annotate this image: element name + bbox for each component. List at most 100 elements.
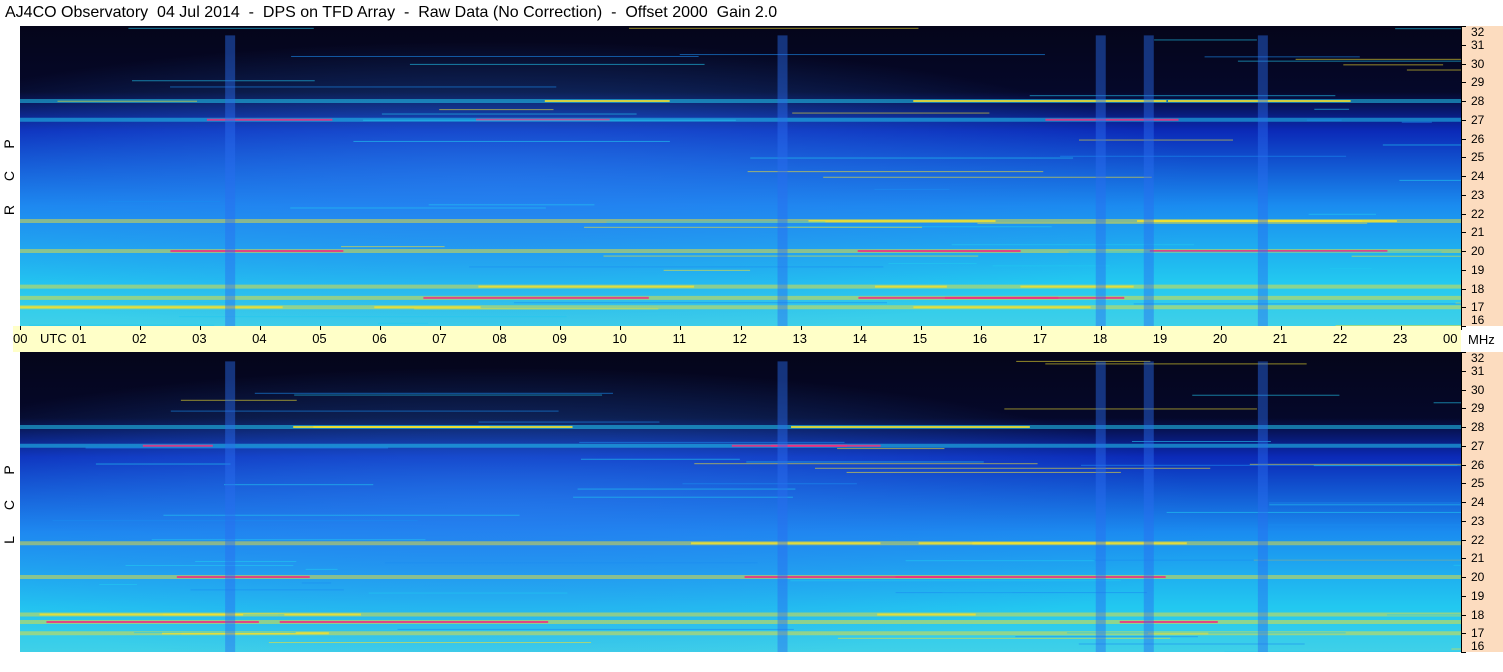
carrier-line [223,484,374,486]
time-tick [440,326,442,330]
carrier-line [1382,144,1461,146]
time-tick [1040,326,1042,330]
frequency-tick-label: 17 [1471,300,1485,315]
frequency-tick-label: 30 [1471,56,1485,71]
frequency-tick [1461,652,1466,653]
carrier-line [1268,502,1461,504]
vertical-burst [225,35,236,326]
carrier-line [573,496,793,498]
band-streak [279,621,549,623]
frequency-band [20,295,1461,300]
vertical-burst [777,361,788,652]
time-tick-label: 07 [432,331,447,346]
frequency-tick-label: 28 [1471,94,1485,108]
vertical-burst [1095,35,1106,326]
carrier-line [397,628,794,630]
band-streak [20,306,283,309]
lcp-frequency-axis: 16 17 18 19 20 21 22 23 24 25 26 27 28 29 30 31 32 [1461,351,1503,653]
lcp-letter-3: L [1,536,17,544]
mhz-label: MHz [1468,332,1495,347]
frequency-tick-label: 26 [1471,131,1485,146]
band-streak [808,220,996,222]
carrier-line [1313,465,1461,467]
vertical-burst [1257,361,1268,652]
frequency-tick-label: 32 [1471,351,1485,365]
carrier-line [478,421,660,423]
carrier-line [1343,64,1444,66]
band-streak [313,426,573,428]
band-streak [858,296,1059,299]
carrier-line [1401,121,1432,123]
frequency-tick-label: 31 [1471,37,1485,52]
carrier-line [132,80,315,82]
time-tick [1280,326,1282,330]
time-tick-label: 02 [132,331,147,346]
time-tick [1461,326,1462,330]
time-tick-label: 03 [192,331,207,346]
band-streak [1119,621,1218,623]
carrier-line [1204,56,1360,58]
vertical-burst [1095,361,1106,652]
time-tick [20,326,21,330]
time-tick-label: 04 [252,331,267,346]
time-tick [320,326,322,330]
carrier-line [1295,58,1461,60]
time-tick-label: 15 [912,331,928,346]
frequency-tick-label: 20 [1471,244,1485,258]
time-tick-label: 23 [1392,331,1408,346]
carrier-line [190,589,344,591]
daytime-ionosphere-region [20,26,1461,326]
carrier-line [579,441,845,443]
frequency-tick-label: 26 [1471,457,1485,472]
carrier-line [694,463,1038,465]
time-tick-label: 18 [1092,331,1108,346]
lcp-spectrogram [20,352,1461,652]
carrier-line [1351,255,1461,257]
time-tick-label: 01 [72,331,87,346]
carrier-line [1004,408,1257,410]
carrier-line [301,582,332,584]
carrier-line [846,471,1121,473]
band-streak [913,100,1167,102]
carrier-line [294,394,603,396]
time-tick [260,326,262,330]
vertical-burst [225,361,236,652]
carrier-line [1308,213,1377,215]
lcp-side-label: P C L [0,352,18,652]
rcp-letter-2: C [1,170,17,182]
time-tick [80,326,82,330]
carrier-line [341,246,445,248]
time-tick [920,326,922,330]
carrier-line [1399,179,1461,181]
carrier-line [134,632,296,634]
carrier-line [368,592,568,594]
carrier-line [291,55,699,57]
carrier-line [1269,504,1461,506]
frequency-tick-label: 18 [1471,607,1485,622]
rcp-letter-3: R [1,204,17,216]
frequency-tick-label: 19 [1471,262,1485,277]
carrier-line [1133,303,1461,305]
carrier-line [108,201,221,203]
carrier-line [125,565,294,567]
frequency-tick-label: 24 [1471,495,1485,509]
carrier-line [384,562,758,564]
carrier-line [151,539,426,541]
band-streak [913,306,1091,309]
time-tick-label: 21 [1272,331,1288,346]
frequency-tick-label: 16 [1471,639,1485,653]
band-streak [877,613,976,616]
frequency-tick-label: 27 [1471,112,1485,127]
carrier-line [790,580,1121,582]
rcp-frequency-axis: 16 17 18 19 20 21 22 23 24 25 26 27 28 29 30 31 32 [1461,26,1503,327]
time-axis: 00 01 02 03 04 05 06 07 08 09 10 11 12 13 14 15 16 17 18 19… [13,326,1462,352]
time-tick [1100,326,1102,330]
carrier-line [792,112,990,114]
carrier-line [428,204,595,206]
carrier-line [1353,280,1461,282]
carrier-line [95,463,231,465]
carrier-line [682,483,857,485]
frequency-tick-label: 23 [1471,513,1485,528]
frequency-axis-line [1461,26,1462,326]
vertical-burst [1143,35,1154,326]
